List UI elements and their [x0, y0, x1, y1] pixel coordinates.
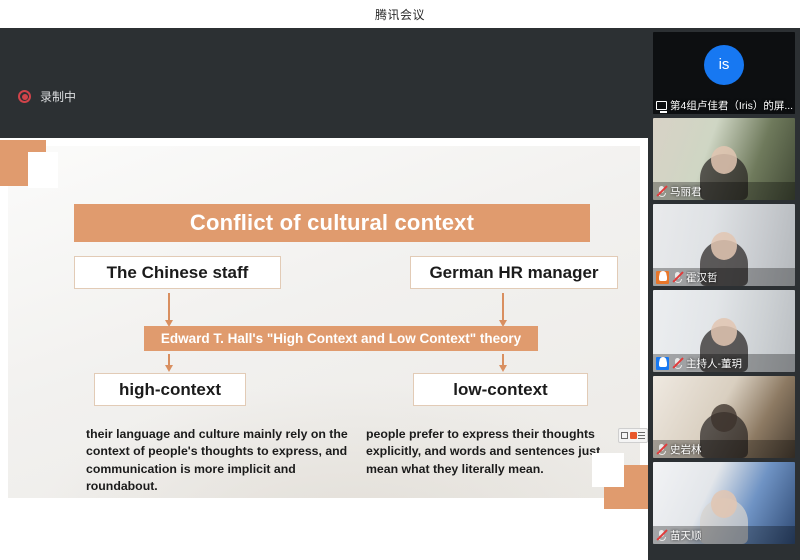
tile-footer: 史岩林	[653, 440, 795, 458]
participant-tile[interactable]: 史岩林	[653, 376, 795, 458]
presentation-slide: Conflict of cultural context The Chinese…	[8, 146, 640, 498]
mic-muted-icon	[672, 357, 683, 369]
slide-title: Conflict of cultural context	[74, 204, 590, 242]
stop-share-icon[interactable]	[630, 432, 637, 439]
tile-footer: 霍汉哲	[653, 268, 795, 286]
video-person-head	[711, 146, 737, 174]
screen-share-icon	[656, 101, 667, 110]
video-person-head	[711, 318, 737, 346]
host-role-icon	[656, 357, 669, 370]
participant-role-icon	[656, 271, 669, 284]
left-actor-box: The Chinese staff	[74, 256, 281, 289]
recording-label: 录制中	[40, 88, 76, 105]
arrow-right-upper	[502, 293, 504, 321]
low-context-box: low-context	[413, 373, 588, 406]
participant-name: 马丽君	[670, 184, 702, 199]
low-context-description: people prefer to express their thoughts …	[366, 426, 616, 478]
right-actor-box: German HR manager	[410, 256, 618, 289]
video-person-head	[711, 490, 737, 518]
floating-share-toolbar[interactable]	[618, 428, 648, 443]
app-title: 腾讯会议	[375, 6, 425, 23]
mic-muted-icon	[656, 185, 667, 197]
screen-icon[interactable]	[621, 432, 628, 439]
mic-muted-icon	[656, 443, 667, 455]
arrow-right-lower	[502, 354, 504, 366]
participant-name: 史岩林	[670, 442, 702, 457]
tencent-meeting-window: 腾讯会议 录制中 Conflict of cultural context Th…	[0, 0, 800, 560]
high-context-description: their language and culture mainly rely o…	[86, 426, 351, 496]
tile-footer: 第4组卢佳君（Iris）的屏...	[653, 96, 795, 114]
participant-name: 主持人-董玥	[686, 356, 742, 371]
participant-tile[interactable]: 主持人-董玥	[653, 290, 795, 372]
arrow-left-upper	[168, 293, 170, 321]
record-dot-icon	[18, 90, 31, 103]
participant-rail[interactable]: is 第4组卢佳君（Iris）的屏... 马丽君	[648, 28, 800, 560]
avatar: is	[704, 45, 744, 85]
slide-corner-top-left-notch	[28, 152, 58, 188]
mic-muted-icon	[656, 529, 667, 541]
slide-corner-bottom-right-notch	[592, 453, 624, 487]
participant-tile[interactable]: 苗天顺	[653, 462, 795, 544]
theory-banner: Edward T. Hall's "High Context and Low C…	[144, 326, 538, 351]
participant-name: 霍汉哲	[686, 270, 718, 285]
participant-name: 苗天顺	[670, 528, 702, 543]
recording-indicator: 录制中	[18, 88, 76, 105]
arrow-left-lower	[168, 354, 170, 366]
mic-muted-icon	[672, 271, 683, 283]
participant-name: 第4组卢佳君（Iris）的屏...	[670, 98, 793, 113]
participant-tile[interactable]: 马丽君	[653, 118, 795, 200]
participant-tile[interactable]: is 第4组卢佳君（Iris）的屏...	[653, 32, 795, 114]
shared-slide-area[interactable]: Conflict of cultural context The Chinese…	[0, 138, 648, 556]
title-bar: 腾讯会议	[0, 0, 800, 28]
tile-footer: 主持人-董玥	[653, 354, 795, 372]
high-context-box: high-context	[94, 373, 246, 406]
shared-screen-stage: 录制中 Conflict of cultural context The Chi…	[0, 28, 648, 532]
more-menu-icon[interactable]	[638, 432, 645, 439]
tile-footer: 苗天顺	[653, 526, 795, 544]
tile-footer: 马丽君	[653, 182, 795, 200]
video-person-head	[711, 232, 737, 260]
participant-tile[interactable]: 霍汉哲	[653, 204, 795, 286]
video-person-head	[711, 404, 737, 432]
